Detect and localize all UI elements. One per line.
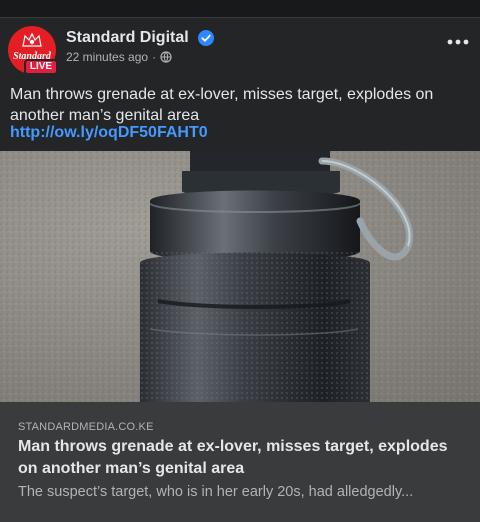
link-preview-image[interactable] xyxy=(0,151,480,402)
link-preview-card[interactable]: STANDARDMEDIA.CO.KE Man throws grenade a… xyxy=(0,402,480,522)
post-meta: 22 minutes ago · xyxy=(66,50,172,64)
crest-icon xyxy=(22,32,42,47)
feed-post: Standard LIVE Standard Digital 22 minute… xyxy=(0,18,480,522)
preview-domain: STANDARDMEDIA.CO.KE xyxy=(18,421,154,433)
post-body-text: Man throws grenade at ex-lover, misses t… xyxy=(10,86,434,124)
grenade-photo xyxy=(0,151,480,402)
meta-separator: · xyxy=(152,50,157,64)
preview-description: The suspect’s target, who is in her earl… xyxy=(18,484,414,500)
verified-badge-icon xyxy=(198,30,214,46)
live-badge: LIVE xyxy=(24,59,58,75)
feed-divider xyxy=(0,0,480,18)
post-url-link[interactable]: http://ow.ly/oqDF50FAHT0 xyxy=(10,124,208,142)
preview-title: Man throws grenade at ex-lover, misses t… xyxy=(18,438,448,477)
globe-icon[interactable] xyxy=(160,51,172,63)
more-options-button[interactable] xyxy=(446,32,470,52)
post-header: Standard LIVE Standard Digital 22 minute… xyxy=(0,18,480,80)
page-name-link[interactable]: Standard Digital xyxy=(66,29,189,47)
post-timestamp[interactable]: 22 minutes ago xyxy=(66,50,148,64)
